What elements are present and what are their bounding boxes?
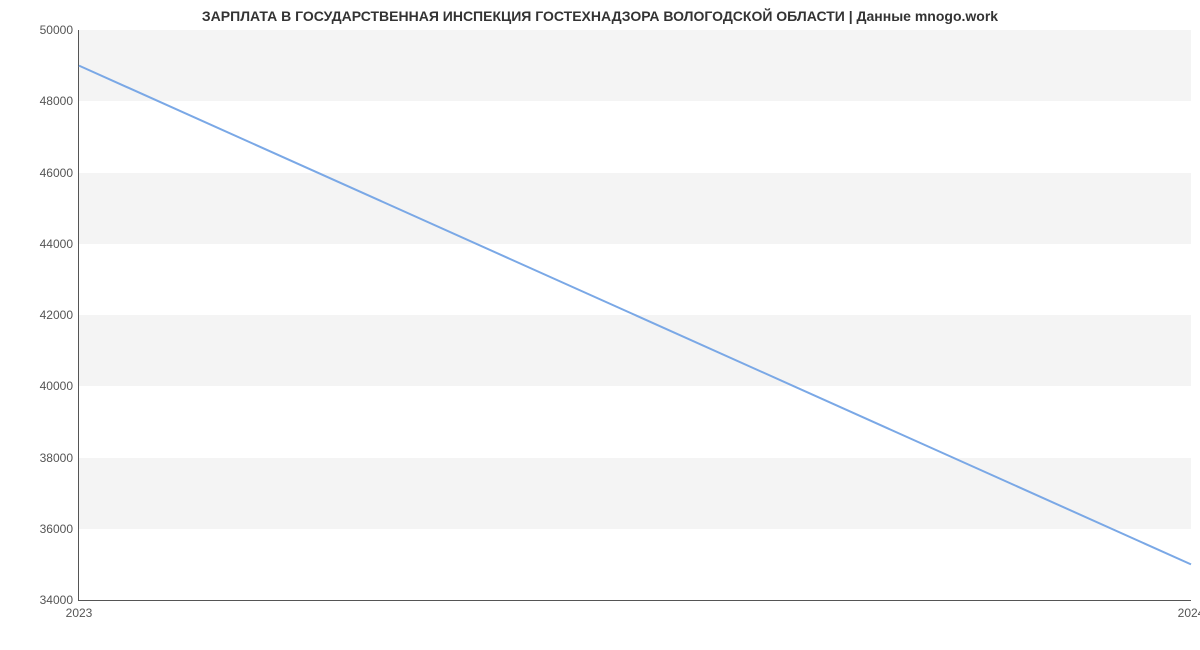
y-tick-label: 46000 xyxy=(40,166,73,180)
y-tick-label: 44000 xyxy=(40,237,73,251)
plot-area: 3400036000380004000042000440004600048000… xyxy=(78,30,1191,601)
y-tick-label: 42000 xyxy=(40,308,73,322)
line-series xyxy=(79,30,1191,600)
chart-title: ЗАРПЛАТА В ГОСУДАРСТВЕННАЯ ИНСПЕКЦИЯ ГОС… xyxy=(0,8,1200,24)
y-tick-label: 38000 xyxy=(40,451,73,465)
y-tick-label: 36000 xyxy=(40,522,73,536)
y-tick-label: 50000 xyxy=(40,23,73,37)
y-tick-label: 48000 xyxy=(40,94,73,108)
chart-container: ЗАРПЛАТА В ГОСУДАРСТВЕННАЯ ИНСПЕКЦИЯ ГОС… xyxy=(0,0,1200,650)
y-tick-label: 40000 xyxy=(40,379,73,393)
x-tick-label: 2024 xyxy=(1178,606,1200,620)
x-tick-label: 2023 xyxy=(66,606,93,620)
y-tick-label: 34000 xyxy=(40,593,73,607)
